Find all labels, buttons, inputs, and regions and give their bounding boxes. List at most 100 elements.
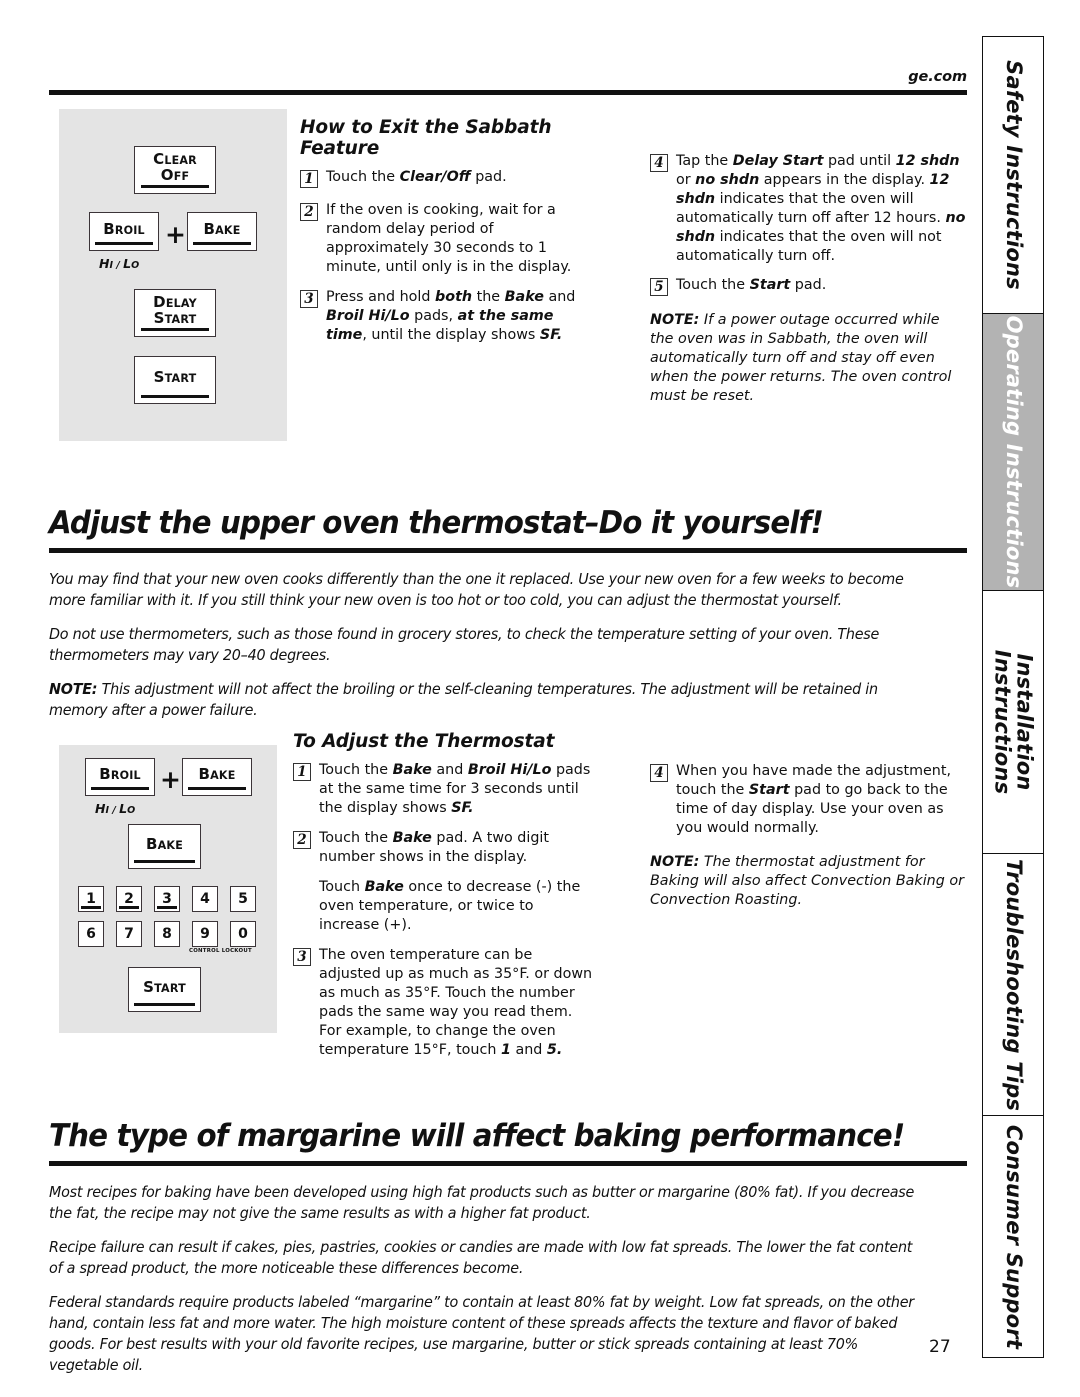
adjust-sub-heading: To Adjust the Thermostat [293, 731, 555, 752]
adjust-step-3-number: 3 [293, 948, 311, 966]
numpad-key-3-label: 3 [162, 891, 172, 907]
label-hi-lo: HI / LO [99, 253, 139, 272]
numpad-key-1-label: 1 [86, 891, 96, 907]
adjust-step-2-number: 2 [293, 831, 311, 849]
numpad-key-4[interactable]: 4 [192, 886, 218, 912]
pad-delay-elay: ELAY [165, 297, 197, 311]
numpad-key-8[interactable]: 8 [154, 921, 180, 947]
pad2-bake-b: B [198, 765, 211, 784]
thermostat-note: NOTE: This adjustment will not affect th… [49, 679, 926, 721]
sabbath-control-panel-diagram: CLEAR OFF BROIL + BAKE HI / LO DELAY STA… [59, 109, 287, 441]
pad2-broil-roil: ROIL [110, 769, 141, 783]
margarine-heading-rule [49, 1161, 967, 1166]
thermostat-paragraph-1: You may find that your new oven cooks di… [49, 569, 904, 609]
hilo2-slash: / [109, 805, 120, 816]
thermostat-paragraph-2: Do not use thermometers, such as those f… [49, 624, 880, 664]
tab-safety-instructions[interactable]: Safety Instructions [982, 36, 1044, 313]
adjust-step-3-text: The oven temperature can be adjusted up … [319, 947, 593, 1058]
adjust-step-2-continued-spacer [293, 880, 311, 898]
margarine-paragraph-3: Federal standards require products label… [49, 1292, 914, 1374]
tab-installation-instructions[interactable]: Installation Instructions [982, 590, 1044, 853]
sabbath-left-column: How to Exit the Sabbath Feature 1 Touch … [300, 117, 590, 345]
pad-start-tart: TART [164, 372, 197, 386]
sabbath-step-4-number: 4 [650, 154, 668, 172]
margarine-heading: The type of margarine will affect baking… [49, 1118, 905, 1154]
adjust-step-2: 2 Touch the Bake pad. A two digit number… [293, 829, 593, 867]
pad-broil-hi-lo[interactable]: BROIL [89, 212, 159, 251]
hilo2-h: H [95, 801, 106, 816]
pad2-bake-top[interactable]: BAKE [182, 758, 252, 796]
sabbath-step-4: 4 Tap the Delay Start pad until 12 shdn … [650, 152, 967, 266]
tab-consumer-support-label: Consumer Support [1001, 1124, 1026, 1349]
header-rule [49, 90, 967, 95]
adjust-note-label: NOTE: [650, 854, 700, 870]
sabbath-note-label: NOTE: [650, 312, 700, 328]
adjust-step-1: 1 Touch the Bake and Broil Hi/Lo pads at… [293, 761, 593, 818]
thermostat-heading: Adjust the upper oven thermostat–Do it y… [49, 505, 824, 541]
numpad-key-7-label: 7 [124, 926, 134, 942]
pad2-start-tart: TART [154, 981, 186, 995]
label-control-lockout: CONTROL LOCKOUT [189, 948, 252, 954]
page-content: ge.com CLEAR OFF BROIL + BAKE HI / LO DE… [49, 0, 967, 1397]
pad2-start-s: S [143, 977, 155, 996]
numpad-key-4-label: 4 [200, 891, 210, 907]
tab-troubleshooting-tips[interactable]: Troubleshooting Tips [982, 853, 1044, 1115]
margarine-section: The type of margarine will affect baking… [49, 1118, 967, 1376]
adjust-note: NOTE: The thermostat adjustment for Baki… [650, 853, 967, 910]
numpad-key-1[interactable]: 1 [78, 886, 104, 912]
tab-safety-instructions-label: Safety Instructions [1001, 60, 1026, 290]
numpad-key-5[interactable]: 5 [230, 886, 256, 912]
pad-bake-b: B [203, 219, 216, 238]
thermostat-heading-rule [49, 548, 967, 553]
pad-delay-tart: TART [164, 313, 197, 326]
hilo-slash: / [113, 260, 124, 271]
pad-delay-start[interactable]: DELAY START [134, 289, 216, 337]
tab-troubleshooting-tips-label: Troubleshooting Tips [1001, 858, 1026, 1111]
numpad-key-2[interactable]: 2 [116, 886, 142, 912]
numpad-key-0[interactable]: 0 [230, 921, 256, 947]
sabbath-step-1-text: Touch the Clear/Off pad. [326, 169, 507, 185]
hilo-h: H [99, 256, 110, 271]
numpad-key-0-label: 0 [238, 926, 248, 942]
sabbath-step-5-number: 5 [650, 278, 668, 296]
manual-page: Safety Instructions Operating Instructio… [0, 0, 1080, 1397]
pad-start-s: S [153, 368, 165, 387]
tab-operating-instructions-label: Operating Instructions [1001, 315, 1026, 589]
numpad-key-7[interactable]: 7 [116, 921, 142, 947]
adjust-step-4: 4 When you have made the adjustment, tou… [650, 762, 967, 838]
adjust-step-2-continued: Touch Bake once to decrease (-) the oven… [293, 878, 593, 935]
pad-start[interactable]: START [134, 356, 216, 404]
pad-clear-off[interactable]: CLEAR OFF [134, 146, 216, 194]
numpad-key-9[interactable]: 9 [192, 921, 218, 947]
sabbath-step-3: 3 Press and hold both the Bake and Broil… [300, 288, 590, 345]
sabbath-step-3-number: 3 [300, 290, 318, 308]
tab-installation-instructions-label: Installation Instructions [991, 649, 1037, 795]
pad2-start[interactable]: START [128, 967, 201, 1012]
adjust-step-4-text: When you have made the adjustment, touch… [676, 763, 952, 836]
pad-broil-roil: ROIL [114, 223, 145, 237]
thermostat-section: Adjust the upper oven thermostat–Do it y… [49, 505, 967, 721]
pad-broil-b: B [103, 219, 115, 238]
numpad-key-8-label: 8 [162, 926, 172, 942]
pad-clear-off-o: O [160, 166, 174, 184]
numpad-key-6[interactable]: 6 [78, 921, 104, 947]
tab-operating-instructions[interactable]: Operating Instructions [982, 313, 1044, 590]
adjust-step-2-text: Touch the Bake pad. A two digit number s… [319, 830, 550, 865]
adjust-left-column: To Adjust the Thermostat 1 Touch the Bak… [293, 731, 593, 1060]
label-hi-lo-2: HI / LO [95, 798, 135, 817]
sabbath-step-2-number: 2 [300, 203, 318, 221]
pad2-broil-b: B [99, 765, 111, 784]
adjust-step-1-text: Touch the Bake and Broil Hi/Lo pads at t… [319, 762, 591, 816]
adjust-step-2-continued-text: Touch Bake once to decrease (-) the oven… [319, 879, 581, 933]
pad2-bake-main[interactable]: BAKE [128, 824, 201, 869]
tab-consumer-support[interactable]: Consumer Support [982, 1115, 1044, 1358]
plus-sign-icon: + [165, 220, 186, 249]
pad2-bakemain-b: B [145, 834, 158, 853]
section-tab-rail: Safety Instructions Operating Instructio… [982, 36, 1044, 1358]
pad2-broil-hi-lo[interactable]: BROIL [85, 758, 155, 796]
numpad-key-3[interactable]: 3 [154, 886, 180, 912]
hilo-o: O [131, 260, 140, 271]
pad-bake[interactable]: BAKE [187, 212, 257, 251]
sabbath-step-4-text: Tap the Delay Start pad until 12 shdn or… [676, 153, 966, 264]
hilo2-o: O [127, 805, 136, 816]
